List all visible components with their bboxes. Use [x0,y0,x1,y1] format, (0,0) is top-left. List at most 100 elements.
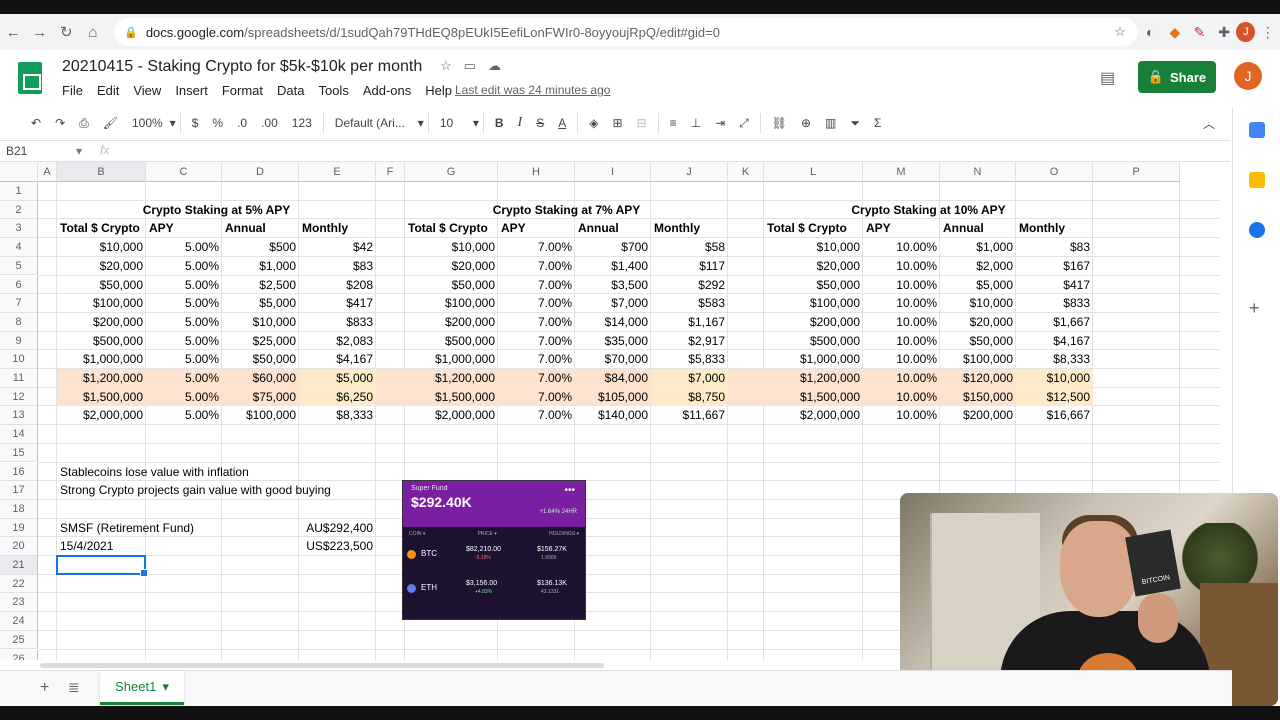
note-value[interactable]: AU$292,400 [299,519,376,538]
merge-icon[interactable]: ⊟ [630,116,654,130]
share-button[interactable]: 🔒 Share [1138,61,1216,93]
row-header-9[interactable]: 9 [0,331,38,351]
sheets-logo-icon[interactable] [18,62,42,94]
row-header-10[interactable]: 10 [0,350,38,369]
table-cell[interactable]: $2,000 [940,257,1016,276]
calendar-icon[interactable] [1249,122,1265,138]
table-cell[interactable]: 7.00% [498,350,575,369]
paint-format-icon[interactable]: 🖌 [96,116,125,130]
table-cell[interactable]: $7,000 [651,369,728,388]
table-cell[interactable]: $500,000 [405,332,498,351]
table-cell[interactable]: $292 [651,276,728,295]
row-header-2[interactable]: 2 [0,200,38,220]
table-cell[interactable]: $1,500,000 [764,387,863,407]
table-cell[interactable]: 7.00% [498,387,575,407]
more-formats-button[interactable]: 123 [285,116,319,130]
row-header-1[interactable]: 1 [0,182,38,201]
column-header-b[interactable]: B [57,162,146,182]
menu-view[interactable]: View [133,83,161,98]
table-cell[interactable]: 10.00% [863,276,940,295]
table-cell[interactable]: 10.00% [863,313,940,332]
table-cell[interactable]: $8,333 [299,406,376,425]
table-cell[interactable]: $83 [299,257,376,276]
bookmark-star-icon[interactable]: ☆ [1114,24,1126,40]
menu-format[interactable]: Format [222,83,263,98]
note-text[interactable]: Stablecoins lose value with inflation [57,463,376,482]
note-text[interactable]: SMSF (Retirement Fund) [57,519,299,538]
move-folder-icon[interactable]: ▭ [464,58,476,74]
table-cell[interactable]: 10.00% [863,406,940,425]
table-cell[interactable]: $12,500 [1016,387,1093,407]
table-cell[interactable]: 10.00% [863,369,940,388]
table-cell[interactable]: $5,000 [299,369,376,388]
extension-icon[interactable]: ✎ [1187,24,1212,41]
table-header[interactable]: Annual [222,219,299,238]
row-header-21[interactable]: 21 [0,556,38,575]
table-cell[interactable]: 5.00% [146,276,222,295]
menu-edit[interactable]: Edit [97,83,119,98]
table-cell[interactable]: $833 [299,313,376,332]
column-header-g[interactable]: G [405,162,498,182]
column-header-e[interactable]: E [299,162,376,182]
name-box[interactable]: B21 [6,144,27,158]
table-cell[interactable]: $117 [651,257,728,276]
table-cell[interactable]: $500 [222,238,299,257]
table-cell[interactable]: $105,000 [575,387,651,407]
table-cell[interactable]: $583 [651,294,728,313]
add-sheet-icon[interactable]: + [40,679,49,697]
column-header-d[interactable]: D [222,162,299,182]
table-header[interactable]: Monthly [1016,219,1093,238]
table-cell[interactable]: $25,000 [222,332,299,351]
row-header-5[interactable]: 5 [0,256,38,276]
note-text[interactable]: Strong Crypto projects gain value with g… [57,481,405,500]
column-header-a[interactable]: A [38,162,57,182]
table-cell[interactable]: $1,200,000 [405,369,498,388]
table-cell[interactable]: 10.00% [863,257,940,276]
address-bar[interactable]: 🔒 docs.google.com/spreadsheets/d/1sudQah… [114,18,1138,46]
table-header[interactable]: Total $ Crypto [57,219,146,238]
table-cell[interactable]: $200,000 [940,406,1016,425]
table-cell[interactable]: $4,167 [299,350,376,369]
italic-button[interactable]: I [511,115,530,131]
table-cell[interactable]: 5.00% [146,369,222,388]
table-cell[interactable]: $1,500,000 [405,387,498,407]
table-cell[interactable]: 5.00% [146,294,222,313]
back-icon[interactable]: ← [0,24,27,41]
table-header[interactable]: APY [498,219,575,238]
table-cell[interactable]: $1,500,000 [57,387,146,407]
text-color-button[interactable]: A [551,116,573,130]
more-icon[interactable]: ⋮ [1255,24,1280,41]
column-header-o[interactable]: O [1016,162,1093,182]
table-cell[interactable]: $100,000 [764,294,863,313]
column-header-c[interactable]: C [146,162,222,182]
print-icon[interactable]: ⎙ [72,116,96,131]
table-cell[interactable]: 7.00% [498,294,575,313]
collapse-toolbar-icon[interactable]: ︿ [1196,115,1222,132]
column-header-n[interactable]: N [940,162,1016,182]
table-cell[interactable]: $2,083 [299,332,376,351]
table-cell[interactable]: $500,000 [57,332,146,351]
table-cell[interactable]: $1,000 [940,238,1016,257]
table-cell[interactable]: $1,000,000 [405,350,498,369]
comments-icon[interactable]: ▤ [1100,68,1115,88]
table-cell[interactable]: $200,000 [764,313,863,332]
table-cell[interactable]: $2,500 [222,276,299,295]
user-avatar[interactable]: J [1234,62,1262,90]
table-cell[interactable]: $7,000 [575,294,651,313]
table-header[interactable]: Annual [575,219,651,238]
metamask-icon[interactable]: ◆ [1163,24,1188,41]
table-cell[interactable]: $100,000 [940,350,1016,369]
strikethrough-button[interactable]: S [529,116,551,130]
sheet-tab[interactable]: Sheet1 ▾ [100,671,184,705]
text-rotation-icon[interactable]: ⤢ [732,116,756,131]
column-header-m[interactable]: M [863,162,940,182]
row-header-4[interactable]: 4 [0,238,38,257]
table-cell[interactable]: 10.00% [863,238,940,257]
row-header-18[interactable]: 18 [0,499,38,519]
row-header-22[interactable]: 22 [0,574,38,594]
table-cell[interactable]: $1,667 [1016,313,1093,332]
table-cell[interactable]: $2,000,000 [764,406,863,425]
table-cell[interactable]: $150,000 [940,387,1016,407]
table-cell[interactable]: $833 [1016,294,1093,313]
doc-title[interactable]: 20210415 - Staking Crypto for $5k-$10k p… [62,58,422,76]
